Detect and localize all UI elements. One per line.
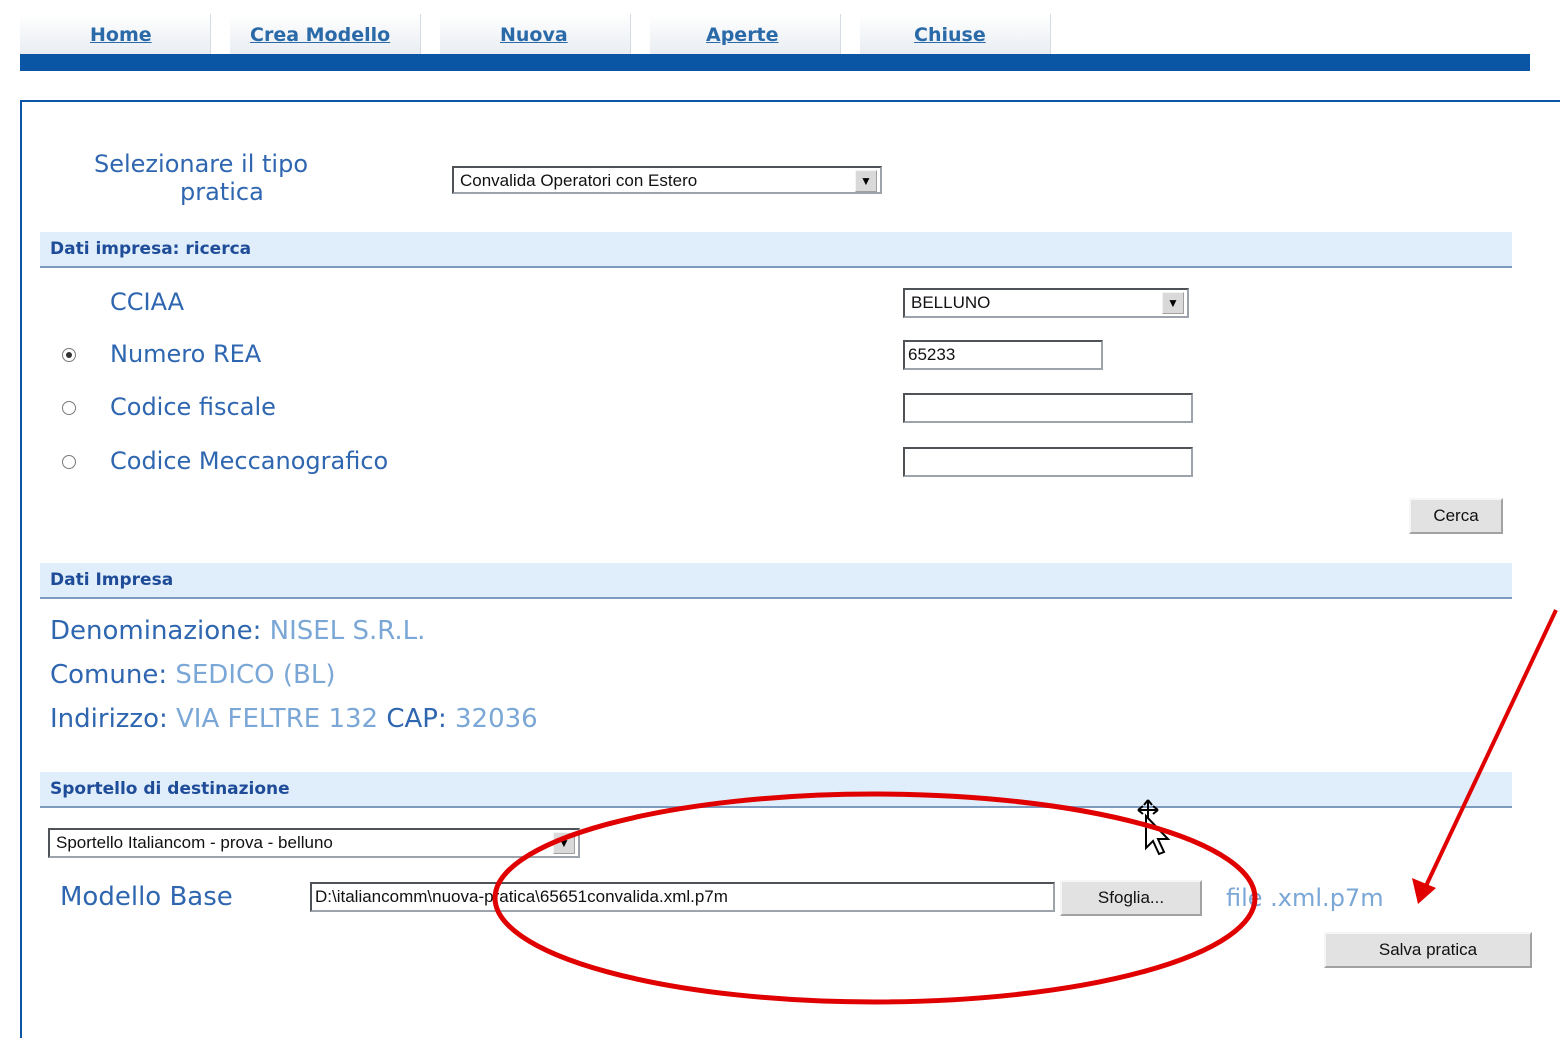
annotation-arrow-head [1412, 878, 1436, 904]
annotation-arrow-line [1423, 609, 1558, 889]
annotation-overlay [492, 609, 1558, 1005]
annotation-ellipse [492, 791, 1258, 1005]
